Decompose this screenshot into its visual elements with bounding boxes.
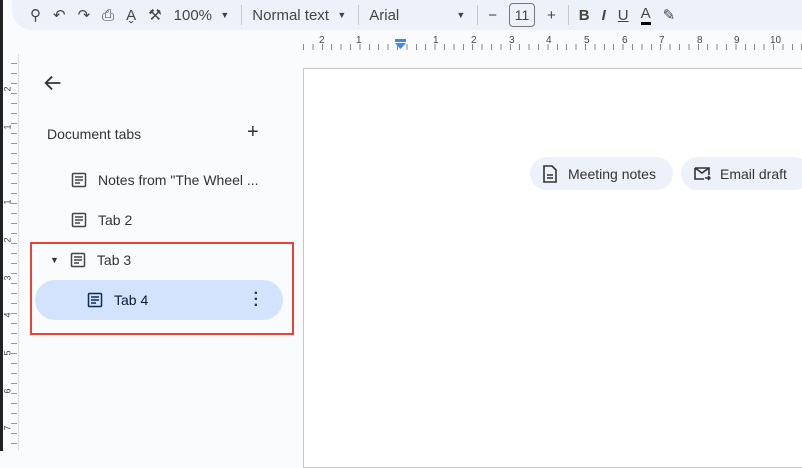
chevron-down-icon: ▼ — [220, 10, 230, 20]
chip-label: Email draft — [720, 165, 787, 182]
increase-font-button[interactable]: + — [547, 3, 556, 27]
tab-item-notes[interactable]: Notes from "The Wheel ... — [71, 172, 259, 188]
highlight-pen-icon[interactable]: ✎ — [663, 3, 676, 27]
ruler-label: 7 — [659, 35, 665, 46]
zoom-value: 100% — [173, 6, 213, 24]
ruler-label: 5 — [584, 35, 590, 46]
ruler-label: 5 — [2, 350, 13, 356]
tab-item-tab-2[interactable]: Tab 2 — [71, 212, 132, 228]
ruler-label: 1 — [356, 35, 362, 46]
ruler-label: 10 — [770, 35, 782, 46]
meeting-notes-chip[interactable]: Meeting notes — [530, 157, 673, 190]
ruler-label: 2 — [319, 35, 325, 46]
divider — [477, 5, 479, 25]
style-select[interactable]: Normal text ▼ — [252, 3, 346, 27]
ruler-label: 7 — [2, 425, 13, 431]
zoom-select[interactable]: 100% ▼ — [174, 3, 230, 27]
tab-label: Tab 2 — [98, 212, 133, 228]
ruler-label: 6 — [2, 388, 13, 394]
spellcheck-icon[interactable]: A̬ — [126, 3, 136, 27]
document-tabs-title: Document tabs — [47, 126, 142, 142]
ruler-ticks — [303, 44, 802, 50]
indent-marker[interactable] — [395, 39, 406, 49]
back-arrow-icon[interactable] — [42, 72, 64, 94]
ruler-label: 2 — [2, 237, 13, 243]
ruler-label: 3 — [509, 35, 515, 46]
ruler-label: 4 — [546, 35, 552, 46]
ruler-label: 4 — [2, 312, 13, 318]
redo-icon[interactable]: ↷ — [78, 3, 91, 27]
search-icon[interactable]: ⚲ — [30, 3, 41, 27]
document-icon — [543, 164, 557, 183]
style-value: Normal text — [252, 6, 329, 24]
horizontal-ruler: 2 1 1 2 3 4 5 6 7 8 9 10 — [303, 32, 802, 54]
ruler-label: 1 — [433, 35, 439, 46]
ruler-divider — [18, 54, 19, 451]
document-page[interactable] — [303, 68, 802, 468]
ruler-label: 9 — [734, 35, 740, 46]
font-value: Arial — [369, 6, 400, 24]
ruler-label: 2 — [2, 86, 13, 92]
decrease-font-button[interactable]: − — [488, 3, 497, 27]
divider — [567, 5, 569, 25]
ruler-label: 1 — [2, 124, 13, 130]
chip-label: Meeting notes — [568, 165, 656, 182]
font-select[interactable]: Arial ▼ — [369, 3, 465, 27]
underline-button[interactable]: U — [618, 3, 629, 27]
email-draft-chip[interactable]: Email draft — [681, 157, 802, 190]
bold-button[interactable]: B — [579, 3, 590, 27]
divider — [241, 5, 243, 25]
vertical-ruler: 2 1 1 2 3 4 5 6 7 — [3, 54, 19, 451]
email-icon — [694, 166, 711, 181]
font-size-input[interactable]: 11 — [509, 3, 535, 27]
paint-format-icon[interactable]: ⚒ — [148, 3, 161, 27]
ruler-label: 6 — [622, 35, 628, 46]
ruler-label: 2 — [471, 35, 477, 46]
chevron-down-icon: ▼ — [456, 10, 466, 20]
tab-label: Notes from "The Wheel ... — [98, 172, 259, 188]
divider — [358, 5, 360, 25]
print-icon[interactable]: ⎙ — [102, 3, 114, 27]
document-icon — [71, 212, 87, 228]
ruler-label: 3 — [2, 275, 13, 281]
toolbar: ⚲ ↶ ↷ ⎙ A̬ ⚒ 100% ▼ Normal text ▼ Arial ▼… — [12, 0, 802, 30]
ruler-label: 8 — [697, 35, 703, 46]
text-color-button[interactable]: A — [640, 5, 651, 25]
italic-button[interactable]: I — [602, 3, 606, 27]
add-tab-button[interactable]: + — [247, 121, 259, 144]
ruler-label: 1 — [2, 199, 13, 205]
highlight-box — [30, 242, 294, 335]
document-icon — [71, 172, 87, 188]
undo-icon[interactable]: ↶ — [53, 3, 66, 27]
chevron-down-icon: ▼ — [337, 10, 347, 20]
